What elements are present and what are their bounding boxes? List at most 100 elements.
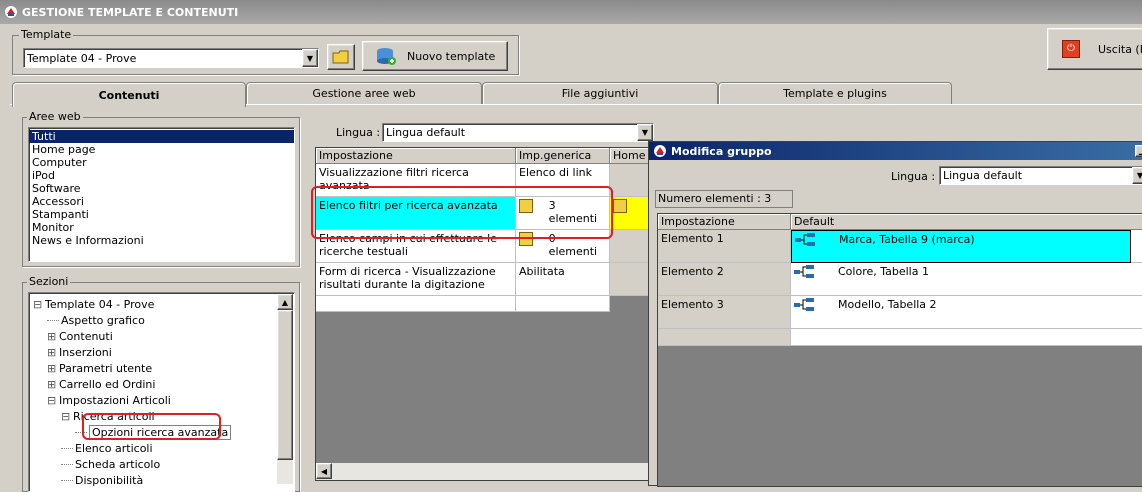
tab-label: Gestione aree web	[312, 87, 416, 100]
tree-item[interactable]: ⊟ Template 04 - Prove	[33, 297, 154, 313]
tree-item-label: Aspetto grafico	[61, 314, 145, 327]
window-title: GESTIONE TEMPLATE E CONTENUTI	[22, 5, 239, 19]
col-header-home-page[interactable]: Home p	[610, 148, 650, 164]
col-header-impostazione[interactable]: Impostazione	[658, 214, 791, 230]
exit-button[interactable]: ⏻ Uscita (E	[1047, 28, 1142, 70]
tree-item-label: Impostazioni Articoli	[59, 394, 171, 407]
open-folder-button[interactable]	[327, 44, 355, 70]
chevron-down-icon[interactable]: ▼	[637, 124, 653, 141]
tree-item[interactable]: ⊞ Carrello ed Ordini	[47, 377, 155, 393]
table-row-extra[interactable]	[610, 230, 650, 263]
horizontal-scrollbar[interactable]: ◀	[316, 463, 650, 480]
expand-icon[interactable]: ⊞	[47, 361, 59, 377]
template-group: Template Template 04 - Prove ▼ Nuovo tem…	[12, 28, 519, 75]
tree-hierarchy-icon	[794, 265, 816, 282]
folder-icon	[332, 50, 349, 64]
aree-web-list[interactable]: Tutti Home page Computer iPod Software Access…	[28, 127, 295, 262]
elements-grid[interactable]: Impostazione Default Elemento 1 Marca, T…	[657, 213, 1142, 487]
aree-web-group: Aree web Tutti Home page Computer iPod Softw…	[22, 110, 300, 267]
group-items-icon	[613, 199, 627, 213]
scroll-left-arrow-icon[interactable]: ◀	[316, 463, 332, 479]
tree-scrollbar[interactable]: ▲	[277, 294, 293, 484]
sezioni-tree[interactable]: ⊟ Template 04 - Prove Aspetto grafico ⊞ Cont…	[28, 292, 295, 492]
tab-label: Template e plugins	[783, 87, 887, 100]
table-row-extra[interactable]	[610, 164, 650, 197]
list-item[interactable]: Home page	[29, 143, 294, 156]
table-row-value: Marca, Tabella 9 (marca)	[839, 233, 975, 246]
window-titlebar: GESTIONE TEMPLATE E CONTENUTI	[0, 0, 1142, 24]
table-row-empty[interactable]	[316, 296, 516, 312]
list-item[interactable]: Software	[29, 182, 294, 195]
col-header-imp-generica[interactable]: Imp.generica	[516, 148, 610, 164]
list-item[interactable]: Tutti	[29, 130, 294, 143]
list-item[interactable]: Monitor	[29, 221, 294, 234]
new-template-button[interactable]: Nuovo template	[362, 41, 508, 71]
tree-item-label: Elenco articoli	[75, 442, 153, 455]
list-item[interactable]: Stampanti	[29, 208, 294, 221]
table-row-name[interactable]: Elemento 1	[658, 230, 791, 263]
table-row-extra[interactable]	[610, 197, 650, 230]
tab-template-e-plugins[interactable]: Template e plugins	[718, 82, 952, 104]
dialog-title: Modifica gruppo	[671, 144, 772, 158]
tree-hierarchy-icon	[794, 298, 816, 315]
tree-item[interactable]: Scheda articolo	[61, 457, 160, 473]
dialog-lingua-select[interactable]: Lingua default ▼	[939, 166, 1142, 185]
tab-contenuti[interactable]: Contenuti	[12, 82, 246, 107]
table-row-name[interactable]: Elemento 2	[658, 263, 791, 296]
lingua-select[interactable]: Lingua default ▼	[382, 123, 654, 142]
tree-item[interactable]: Disponibilità	[61, 473, 143, 489]
collapse-icon[interactable]: ⊟	[33, 297, 45, 313]
chevron-down-icon[interactable]: ▼	[302, 49, 318, 67]
table-row-name[interactable]: Form di ricerca - Visualizzazione risult…	[316, 263, 516, 296]
tree-item[interactable]: Elenco articoli	[61, 441, 153, 457]
scroll-thumb[interactable]	[277, 310, 293, 460]
annotation-highlight-tree-item	[82, 413, 221, 440]
exit-label: Uscita (E	[1098, 42, 1142, 56]
collapse-icon[interactable]: ⊟	[61, 409, 73, 425]
tree-item[interactable]: Aspetto grafico	[47, 313, 145, 329]
list-item[interactable]: iPod	[29, 169, 294, 182]
expand-icon[interactable]: ⊞	[47, 329, 59, 345]
expand-icon[interactable]: ⊞	[47, 377, 59, 393]
chevron-down-icon[interactable]: ▼	[1132, 167, 1142, 184]
tree-item[interactable]: ⊞ Inserzioni	[47, 345, 112, 361]
database-add-icon	[377, 48, 396, 65]
dialog-lingua-label: Lingua :	[891, 170, 936, 183]
table-row-value: Modello, Tabella 2	[838, 298, 937, 311]
tree-item[interactable]: ⊞ Parametri utente	[47, 361, 152, 377]
list-item[interactable]: News e Informazioni	[29, 234, 294, 247]
table-row-value-cell[interactable]: Colore, Tabella 1	[791, 263, 1142, 296]
table-row-value-cell[interactable]: Marca, Tabella 9 (marca)	[791, 230, 1131, 263]
collapse-icon[interactable]: ⊟	[47, 393, 59, 409]
sezioni-group: Sezioni ⊟ Template 04 - Prove Aspetto graf…	[22, 275, 300, 492]
table-row-extra[interactable]	[610, 263, 650, 296]
app-logo-icon	[4, 5, 18, 19]
dialog-close-button[interactable]: ▁	[1135, 145, 1142, 157]
tab-gestione-aree-web[interactable]: Gestione aree web	[246, 82, 482, 104]
table-row-filler	[1131, 230, 1142, 263]
table-row-value-cell[interactable]: Modello, Tabella 2	[791, 296, 1142, 329]
tab-label: File aggiuntivi	[561, 87, 639, 100]
dialog-titlebar: Modifica gruppo	[649, 142, 1142, 160]
expand-icon[interactable]: ⊞	[47, 345, 59, 361]
tree-branch-icon	[61, 473, 73, 481]
tree-item[interactable]: ⊟ Impostazioni Articoli	[47, 393, 171, 409]
scroll-up-arrow-icon[interactable]: ▲	[277, 294, 293, 310]
tree-item[interactable]: ⊞ Contenuti	[47, 329, 113, 345]
col-header-default[interactable]: Default	[791, 214, 1142, 230]
table-row-empty[interactable]	[516, 296, 610, 312]
template-select[interactable]: Template 04 - Prove ▼	[23, 48, 319, 68]
tree-item-label: Template 04 - Prove	[45, 298, 155, 311]
tab-file-aggiuntivi[interactable]: File aggiuntivi	[482, 82, 718, 104]
col-header-impostazione[interactable]: Impostazione	[316, 148, 516, 164]
list-item[interactable]: Computer	[29, 156, 294, 169]
power-icon: ⏻	[1062, 40, 1080, 58]
annotation-highlight-row	[311, 186, 613, 239]
aree-web-label: Aree web	[27, 110, 83, 123]
template-select-value: Template 04 - Prove	[27, 51, 137, 65]
app-logo-icon	[653, 144, 667, 158]
table-row-value[interactable]: Abilitata	[516, 263, 610, 296]
table-row-name[interactable]: Elemento 3	[658, 296, 791, 329]
modifica-gruppo-dialog: Modifica gruppo Lingua : Lingua default …	[648, 141, 1142, 487]
list-item[interactable]: Accessori	[29, 195, 294, 208]
